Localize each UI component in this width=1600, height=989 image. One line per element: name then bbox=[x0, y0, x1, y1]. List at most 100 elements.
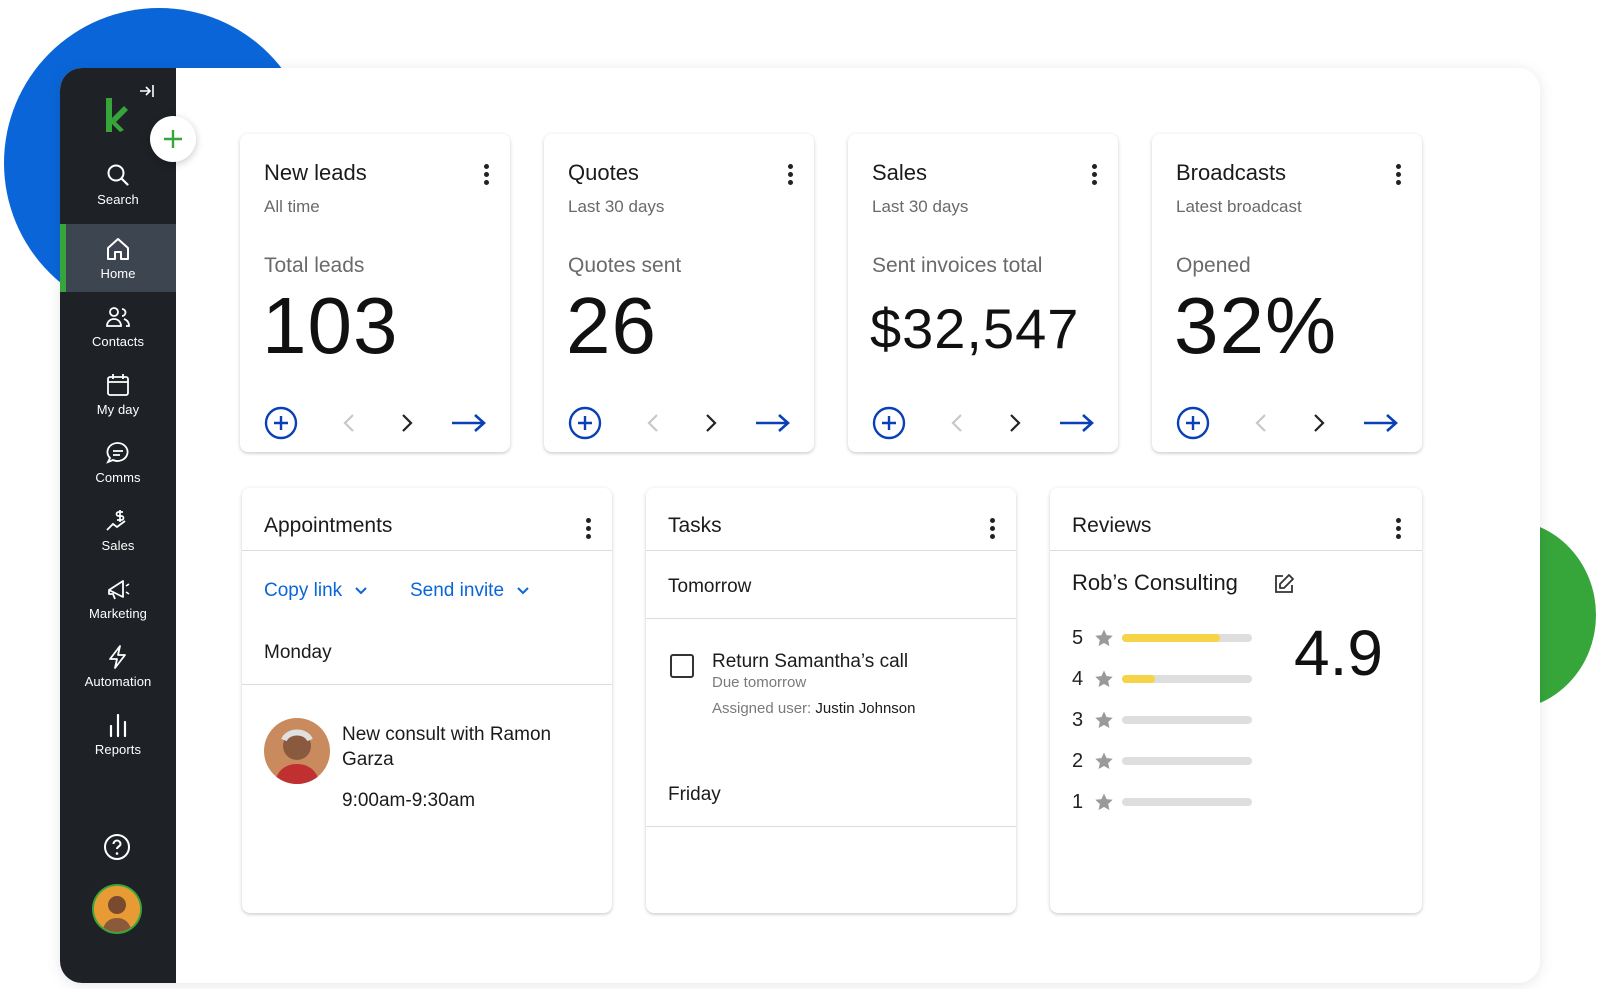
star-icon bbox=[1095, 793, 1113, 810]
rating-row: 3 bbox=[1072, 708, 1252, 732]
sidebar-item-contacts[interactable]: Contacts bbox=[60, 292, 176, 360]
contacts-icon bbox=[106, 306, 130, 327]
add-circle-icon[interactable] bbox=[872, 406, 906, 440]
card-title: New leads bbox=[264, 160, 367, 185]
reviews-panel: Reviews Rob’s Consulting 4.9 5 4 3 2 1 bbox=[1050, 488, 1422, 913]
card-subtitle: Latest broadcast bbox=[1176, 197, 1302, 216]
add-circle-icon[interactable] bbox=[1176, 406, 1210, 440]
more-options-icon[interactable] bbox=[1396, 518, 1402, 542]
sidebar-item-label: Marketing bbox=[89, 605, 147, 621]
appointment-title[interactable]: New consult with Ramon Garza bbox=[342, 722, 582, 772]
search-icon bbox=[107, 164, 129, 186]
more-options-icon[interactable] bbox=[586, 518, 592, 542]
send-invite-dropdown[interactable]: Send invite bbox=[410, 580, 530, 602]
rating-bar-track bbox=[1122, 716, 1252, 724]
sidebar-item-label: My day bbox=[96, 401, 140, 417]
sidebar-item-label: Automation bbox=[84, 673, 152, 689]
sidebar-item-my-day[interactable]: My day bbox=[60, 360, 176, 428]
sidebar-item-sales[interactable]: Sales bbox=[60, 496, 176, 564]
rating-stars-label: 1 bbox=[1072, 790, 1084, 813]
day-label: Monday bbox=[264, 642, 332, 663]
rating-stars-label: 3 bbox=[1072, 708, 1084, 731]
rating-row: 4 bbox=[1072, 667, 1252, 691]
task-checkbox[interactable] bbox=[670, 654, 694, 678]
metric-value: $32,547 bbox=[870, 297, 1080, 360]
contact-avatar bbox=[264, 718, 330, 784]
bar-chart-icon bbox=[109, 713, 127, 737]
add-circle-icon[interactable] bbox=[264, 406, 298, 440]
sidebar-item-label: Comms bbox=[95, 469, 141, 485]
sidebar-item-marketing[interactable]: Marketing bbox=[60, 564, 176, 632]
lightning-icon bbox=[109, 644, 126, 669]
arrow-right-icon[interactable] bbox=[1362, 412, 1400, 434]
sidebar-item-label: Sales bbox=[101, 537, 135, 553]
sidebar-item-automation[interactable]: Automation bbox=[60, 632, 176, 700]
sidebar-item-search[interactable]: Search bbox=[60, 150, 176, 218]
chevron-right-icon[interactable] bbox=[400, 412, 414, 434]
average-rating: 4.9 bbox=[1294, 617, 1383, 689]
chevron-right-icon[interactable] bbox=[1312, 412, 1326, 434]
sidebar-item-comms[interactable]: Comms bbox=[60, 428, 176, 496]
card-title: Broadcasts bbox=[1176, 160, 1287, 185]
task-group-label: Friday bbox=[668, 784, 721, 805]
task-title[interactable]: Return Samantha’s call bbox=[712, 651, 908, 673]
arrow-right-icon[interactable] bbox=[450, 412, 488, 434]
add-button[interactable] bbox=[150, 116, 196, 162]
chevron-right-icon[interactable] bbox=[1008, 412, 1022, 434]
more-options-icon[interactable] bbox=[1396, 164, 1402, 188]
card-title: Quotes bbox=[568, 160, 639, 185]
task-assigned: Assigned user: Justin Johnson bbox=[712, 700, 915, 717]
sidebar-item-label: Contacts bbox=[91, 333, 145, 349]
business-name: Rob’s Consulting bbox=[1072, 570, 1238, 595]
rating-row: 1 bbox=[1072, 790, 1252, 814]
task-due: Due tomorrow bbox=[712, 674, 807, 691]
star-icon bbox=[1095, 670, 1113, 687]
home-icon bbox=[107, 237, 129, 260]
task-group-label: Tomorrow bbox=[668, 576, 752, 597]
add-circle-icon[interactable] bbox=[568, 406, 602, 440]
chat-icon bbox=[106, 441, 129, 464]
chevron-down-icon bbox=[355, 587, 367, 595]
card-subtitle: Last 30 days bbox=[568, 197, 665, 216]
user-avatar[interactable] bbox=[94, 886, 140, 932]
star-icon bbox=[1095, 752, 1113, 769]
rating-bar-track bbox=[1122, 757, 1252, 765]
arrow-right-icon[interactable] bbox=[754, 412, 792, 434]
appointments-panel: Appointments Copy link Send invite Monda… bbox=[242, 488, 612, 913]
sidebar-item-reports[interactable]: Reports bbox=[60, 700, 176, 768]
metric-value: 32% bbox=[1174, 281, 1338, 370]
chevron-left-icon[interactable] bbox=[646, 412, 660, 434]
tasks-panel: Tasks Tomorrow Return Samantha’s call Du… bbox=[646, 488, 1016, 913]
card-subtitle: Last 30 days bbox=[872, 197, 969, 216]
rating-stars-label: 4 bbox=[1072, 667, 1084, 690]
card-title: Sales bbox=[872, 160, 928, 185]
metric-card-quotes: Quotes Last 30 days Quotes sent 26 bbox=[544, 134, 814, 452]
rating-bar-fill bbox=[1122, 634, 1220, 642]
metric-label: Total leads bbox=[264, 254, 365, 277]
expand-sidebar-icon[interactable] bbox=[138, 82, 156, 105]
metric-label: Opened bbox=[1176, 254, 1251, 277]
rating-bar-track bbox=[1122, 634, 1252, 642]
app-window: Search Home Contacts My day Comms Sales … bbox=[60, 68, 1540, 983]
metric-card-broadcasts: Broadcasts Latest broadcast Opened 32% bbox=[1152, 134, 1422, 452]
chevron-right-icon[interactable] bbox=[704, 412, 718, 434]
help-icon[interactable] bbox=[103, 833, 131, 866]
chevron-left-icon[interactable] bbox=[1254, 412, 1268, 434]
copy-link-dropdown[interactable]: Copy link bbox=[264, 580, 368, 602]
more-options-icon[interactable] bbox=[484, 164, 490, 188]
sidebar-item-home[interactable]: Home bbox=[60, 224, 176, 292]
more-options-icon[interactable] bbox=[788, 164, 794, 188]
copy-link-label: Copy link bbox=[264, 580, 343, 601]
assigned-user-label: Assigned user: bbox=[712, 700, 812, 717]
edit-icon[interactable] bbox=[1272, 572, 1296, 596]
arrow-right-icon[interactable] bbox=[1058, 412, 1096, 434]
more-options-icon[interactable] bbox=[1092, 164, 1098, 188]
star-icon bbox=[1095, 629, 1113, 646]
chevron-left-icon[interactable] bbox=[342, 412, 356, 434]
rating-row: 2 bbox=[1072, 749, 1252, 773]
more-options-icon[interactable] bbox=[990, 518, 996, 542]
metric-label: Quotes sent bbox=[568, 254, 682, 277]
chevron-down-icon bbox=[517, 587, 529, 595]
chevron-left-icon[interactable] bbox=[950, 412, 964, 434]
metric-value: 26 bbox=[566, 281, 657, 370]
